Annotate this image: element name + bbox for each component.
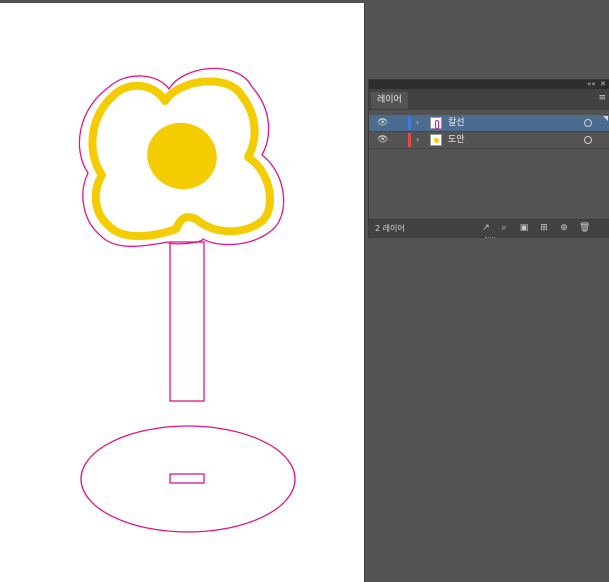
eye-icon[interactable]: 👁︎ [377, 115, 388, 131]
artwork [78, 67, 296, 533]
close-panel-icon[interactable]: ✕ [600, 80, 606, 89]
layers-list: 👁︎ › 칼선 👁︎ › 도안 [369, 110, 609, 221]
trash-icon[interactable]: 🗑︎ [579, 223, 590, 233]
canvas-workspace: «« ✕ 레이어 ≡ 👁︎ › 칼선 👁︎ › 도안 2 레이어 ↗ ⌕ ▣ ⊞… [0, 0, 609, 582]
panel-resize-grip[interactable] [485, 237, 495, 240]
target-circle-icon[interactable] [584, 136, 592, 144]
chevron-right-icon[interactable]: › [416, 132, 419, 148]
layer-thumbnail [430, 117, 442, 129]
layer-color-indicator [408, 133, 411, 147]
chevron-right-icon[interactable]: › [416, 115, 419, 131]
panel-menu-icon[interactable]: ≡ [598, 94, 606, 103]
panel-tabbar: 레이어 ≡ [369, 89, 609, 110]
layer-row-artwork[interactable]: 👁︎ › 도안 [369, 132, 609, 149]
collapse-panel-icon[interactable]: «« [587, 80, 596, 89]
artboard[interactable] [0, 3, 365, 582]
locate-object-icon[interactable]: ⌕ [499, 223, 509, 233]
base-cut-outline[interactable] [80, 425, 296, 533]
layer-name[interactable]: 도안 [448, 132, 465, 148]
panel-titlebar[interactable]: «« ✕ [369, 80, 609, 89]
eye-icon[interactable]: 👁︎ [377, 132, 388, 148]
layer-thumbnail [430, 134, 442, 146]
layer-color-indicator [408, 116, 411, 130]
panel-footer: 2 레이어 ↗ ⌕ ▣ ⊞ ⊕ 🗑︎ [369, 219, 609, 240]
layer-name[interactable]: 칼선 [448, 115, 465, 131]
layer-row-cutline[interactable]: 👁︎ › 칼선 [369, 115, 609, 132]
selection-indicator-icon [603, 116, 608, 121]
make-clipping-mask-icon[interactable]: ▣ [519, 223, 529, 233]
layers-panel: «« ✕ 레이어 ≡ 👁︎ › 칼선 👁︎ › 도안 2 레이어 ↗ ⌕ ▣ ⊞… [369, 80, 609, 240]
tab-layers[interactable]: 레이어 [371, 92, 408, 109]
export-icon[interactable]: ↗ [481, 223, 491, 233]
flower-center[interactable] [138, 113, 226, 199]
stem-cut-outline[interactable] [169, 241, 205, 402]
base-slot-cut[interactable] [169, 473, 205, 484]
new-sublayer-icon[interactable]: ⊞ [539, 223, 549, 233]
layer-count: 2 레이어 [375, 224, 405, 233]
new-layer-icon[interactable]: ⊕ [559, 223, 569, 233]
target-circle-icon[interactable] [584, 119, 592, 127]
